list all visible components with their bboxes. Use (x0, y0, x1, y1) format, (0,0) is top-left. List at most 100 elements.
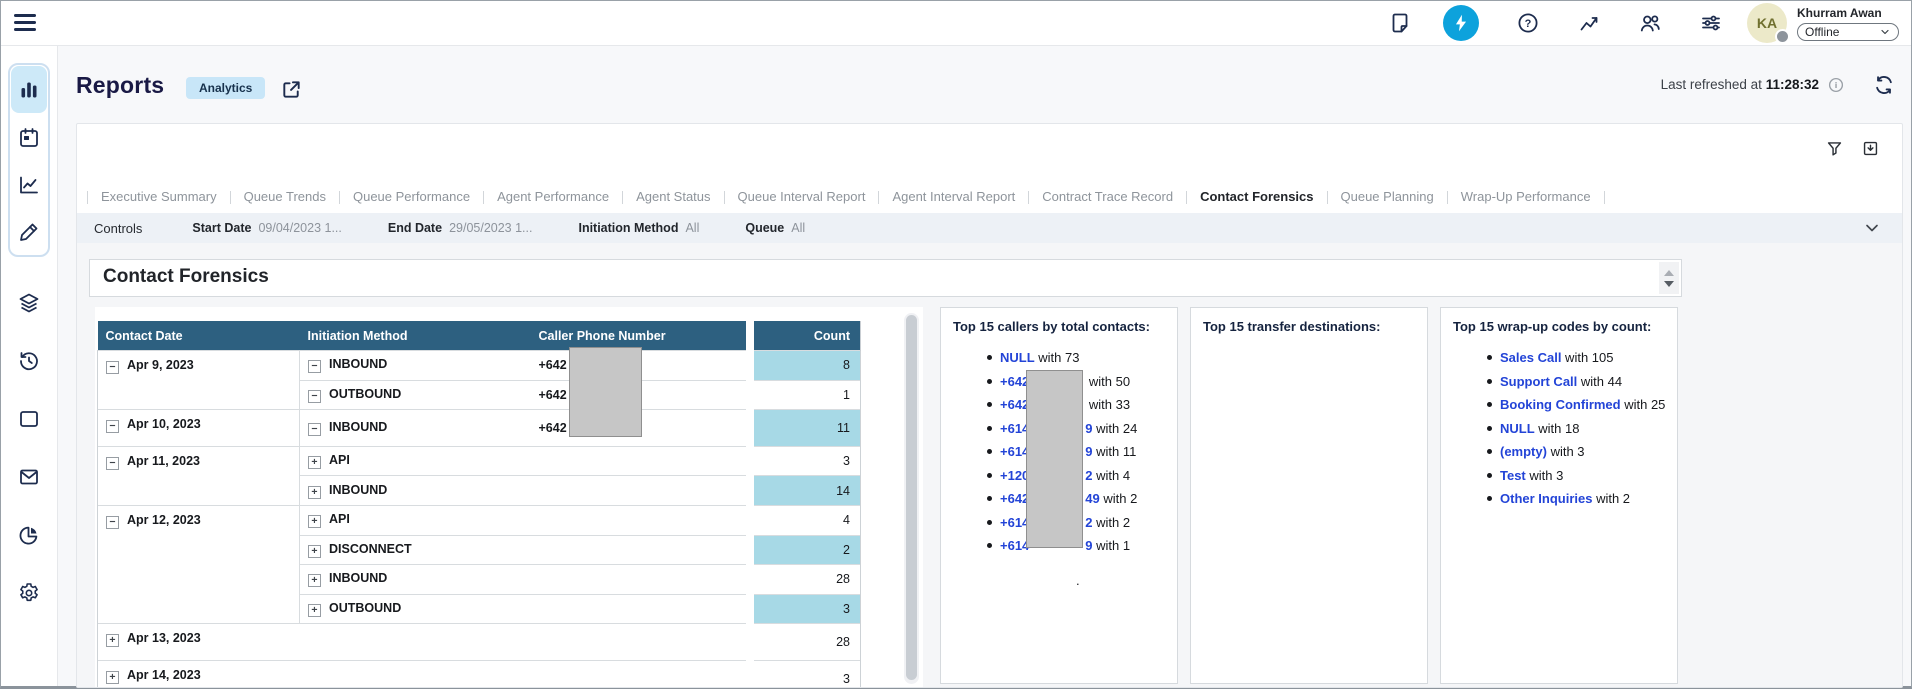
table-row: −Apr 9, 2023−INBOUND+6428 (98, 351, 861, 381)
expand-toggle-icon[interactable]: + (106, 634, 119, 647)
tab-contract-trace-record[interactable]: Contract Trace Record (1029, 182, 1186, 212)
help-icon[interactable]: ? (1516, 11, 1540, 35)
item-link-tail[interactable]: 49 (1085, 491, 1099, 506)
collapse-toggle-icon[interactable]: − (106, 457, 119, 470)
avatar[interactable]: KA (1747, 3, 1787, 43)
item-link[interactable]: +120 (1000, 468, 1029, 483)
vertical-scrollbar[interactable] (904, 313, 919, 684)
tab-queue-interval-report[interactable]: Queue Interval Report (725, 182, 879, 212)
notes-icon[interactable] (1388, 11, 1412, 35)
expand-toggle-icon[interactable]: + (308, 486, 321, 499)
controls-bar: Controls Start Date09/04/2023 1...End Da… (77, 213, 1902, 243)
item-link[interactable]: Other Inquiries (1500, 491, 1592, 506)
tab-wrap-up-performance[interactable]: Wrap-Up Performance (1448, 182, 1604, 212)
tab-queue-performance[interactable]: Queue Performance (340, 182, 483, 212)
item-link[interactable]: (empty) (1500, 444, 1547, 459)
column-header-initiation-method[interactable]: Initiation Method (300, 321, 531, 351)
tab-executive-summary[interactable]: Executive Summary (88, 182, 230, 212)
expand-toggle-icon[interactable]: + (106, 671, 119, 684)
collapse-toggle-icon[interactable]: − (308, 360, 321, 373)
cell-phone (531, 535, 746, 565)
collapse-toggle-icon[interactable]: − (106, 420, 119, 433)
tab-contact-forensics[interactable]: Contact Forensics (1187, 182, 1326, 212)
sidebar-item-line-chart[interactable] (10, 161, 48, 208)
tab-agent-performance[interactable]: Agent Performance (484, 182, 622, 212)
item-link[interactable]: +642 (1000, 397, 1029, 412)
item-link[interactable]: +614 (1000, 421, 1029, 436)
sidebar-item-design[interactable] (10, 208, 48, 255)
item-link-tail[interactable]: 9 (1085, 444, 1092, 459)
download-icon[interactable] (1861, 139, 1880, 158)
controls-collapse-icon[interactable] (1862, 218, 1882, 238)
settings-sliders-icon[interactable] (1699, 11, 1723, 35)
filter-label: Start Date (192, 221, 251, 235)
filter-icon[interactable] (1825, 139, 1844, 158)
cell-text: 28 (836, 635, 850, 649)
filter-initiation-method[interactable]: Initiation MethodAll (578, 219, 699, 237)
item-link[interactable]: Booking Confirmed (1500, 397, 1621, 412)
spinner-up-icon[interactable] (1664, 270, 1674, 276)
filter-queue[interactable]: QueueAll (745, 219, 805, 237)
item-link[interactable]: NULL (1500, 421, 1535, 436)
tab-queue-trends[interactable]: Queue Trends (231, 182, 339, 212)
agents-icon[interactable] (1638, 11, 1662, 35)
cell-date: −Apr 12, 2023 (98, 505, 300, 623)
expand-toggle-icon[interactable]: + (308, 545, 321, 558)
item-link[interactable]: Test (1500, 468, 1526, 483)
hamburger-menu-icon[interactable] (14, 14, 36, 31)
item-link[interactable]: +614 (1000, 515, 1029, 530)
expand-toggle-icon[interactable]: + (308, 604, 321, 617)
forensics-table-panel: Contact DateInitiation MethodCaller Phon… (95, 307, 923, 687)
item-link[interactable]: +642 (1000, 374, 1029, 389)
collapse-toggle-icon[interactable]: − (106, 516, 119, 529)
sidebar-item-settings[interactable] (8, 564, 50, 622)
sidebar-item-layers[interactable] (8, 274, 50, 332)
panel-title: Top 15 callers by total contacts: (941, 308, 1177, 334)
cell-count: 2 (754, 535, 861, 565)
item-link-tail[interactable]: 9 (1085, 421, 1092, 436)
item-link-tail[interactable]: 9 (1085, 538, 1092, 553)
tab-separator (1604, 191, 1605, 204)
cell-method: −INBOUND (300, 351, 531, 381)
item-link[interactable]: +642 (1000, 491, 1029, 506)
expand-toggle-icon[interactable]: + (308, 515, 321, 528)
sidebar-item-window[interactable] (8, 390, 50, 448)
item-link[interactable]: +614 (1000, 444, 1029, 459)
tab-agent-status[interactable]: Agent Status (623, 182, 723, 212)
cell-spacer (746, 505, 754, 535)
refresh-icon[interactable] (1873, 74, 1895, 96)
item-link[interactable]: +614 (1000, 538, 1029, 553)
sidebar-item-pie-chart[interactable] (8, 506, 50, 564)
tab-agent-interval-report[interactable]: Agent Interval Report (879, 182, 1028, 212)
tab-queue-planning[interactable]: Queue Planning (1328, 182, 1447, 212)
collapse-toggle-icon[interactable]: − (308, 423, 321, 436)
report-card: Executive SummaryQueue TrendsQueue Perfo… (76, 123, 1903, 688)
sidebar-item-bar-chart[interactable] (11, 66, 47, 113)
collapse-toggle-icon[interactable]: − (308, 390, 321, 403)
item-link[interactable]: Sales Call (1500, 350, 1561, 365)
filter-end-date[interactable]: End Date29/05/2023 1... (388, 219, 533, 237)
item-link[interactable]: Support Call (1500, 374, 1577, 389)
item-link-tail[interactable]: 2 (1085, 468, 1092, 483)
column-header-contact-date[interactable]: Contact Date (98, 321, 300, 351)
metrics-icon[interactable] (1577, 11, 1601, 35)
cell-count: 1 (754, 380, 861, 410)
flash-icon[interactable] (1443, 5, 1479, 41)
expand-toggle-icon[interactable]: + (308, 574, 321, 587)
column-header-count[interactable]: Count (754, 321, 861, 351)
sidebar-item-mail[interactable] (8, 448, 50, 506)
scrollbar-thumb[interactable] (906, 315, 917, 680)
filter-start-date[interactable]: Start Date09/04/2023 1... (192, 219, 341, 237)
sidebar-item-calendar[interactable] (10, 114, 48, 161)
item-link-tail[interactable]: 2 (1085, 515, 1092, 530)
collapse-toggle-icon[interactable]: − (106, 361, 119, 374)
status-dropdown[interactable]: Offline (1797, 23, 1899, 41)
sidebar-item-history[interactable] (8, 332, 50, 390)
spinner-down-icon[interactable] (1664, 281, 1674, 287)
cell-text: API (329, 453, 350, 467)
external-link-icon[interactable] (280, 78, 303, 101)
cell-count: 11 (754, 410, 861, 447)
item-link[interactable]: NULL (1000, 350, 1035, 365)
info-icon[interactable]: i (1827, 76, 1845, 94)
expand-toggle-icon[interactable]: + (308, 456, 321, 469)
